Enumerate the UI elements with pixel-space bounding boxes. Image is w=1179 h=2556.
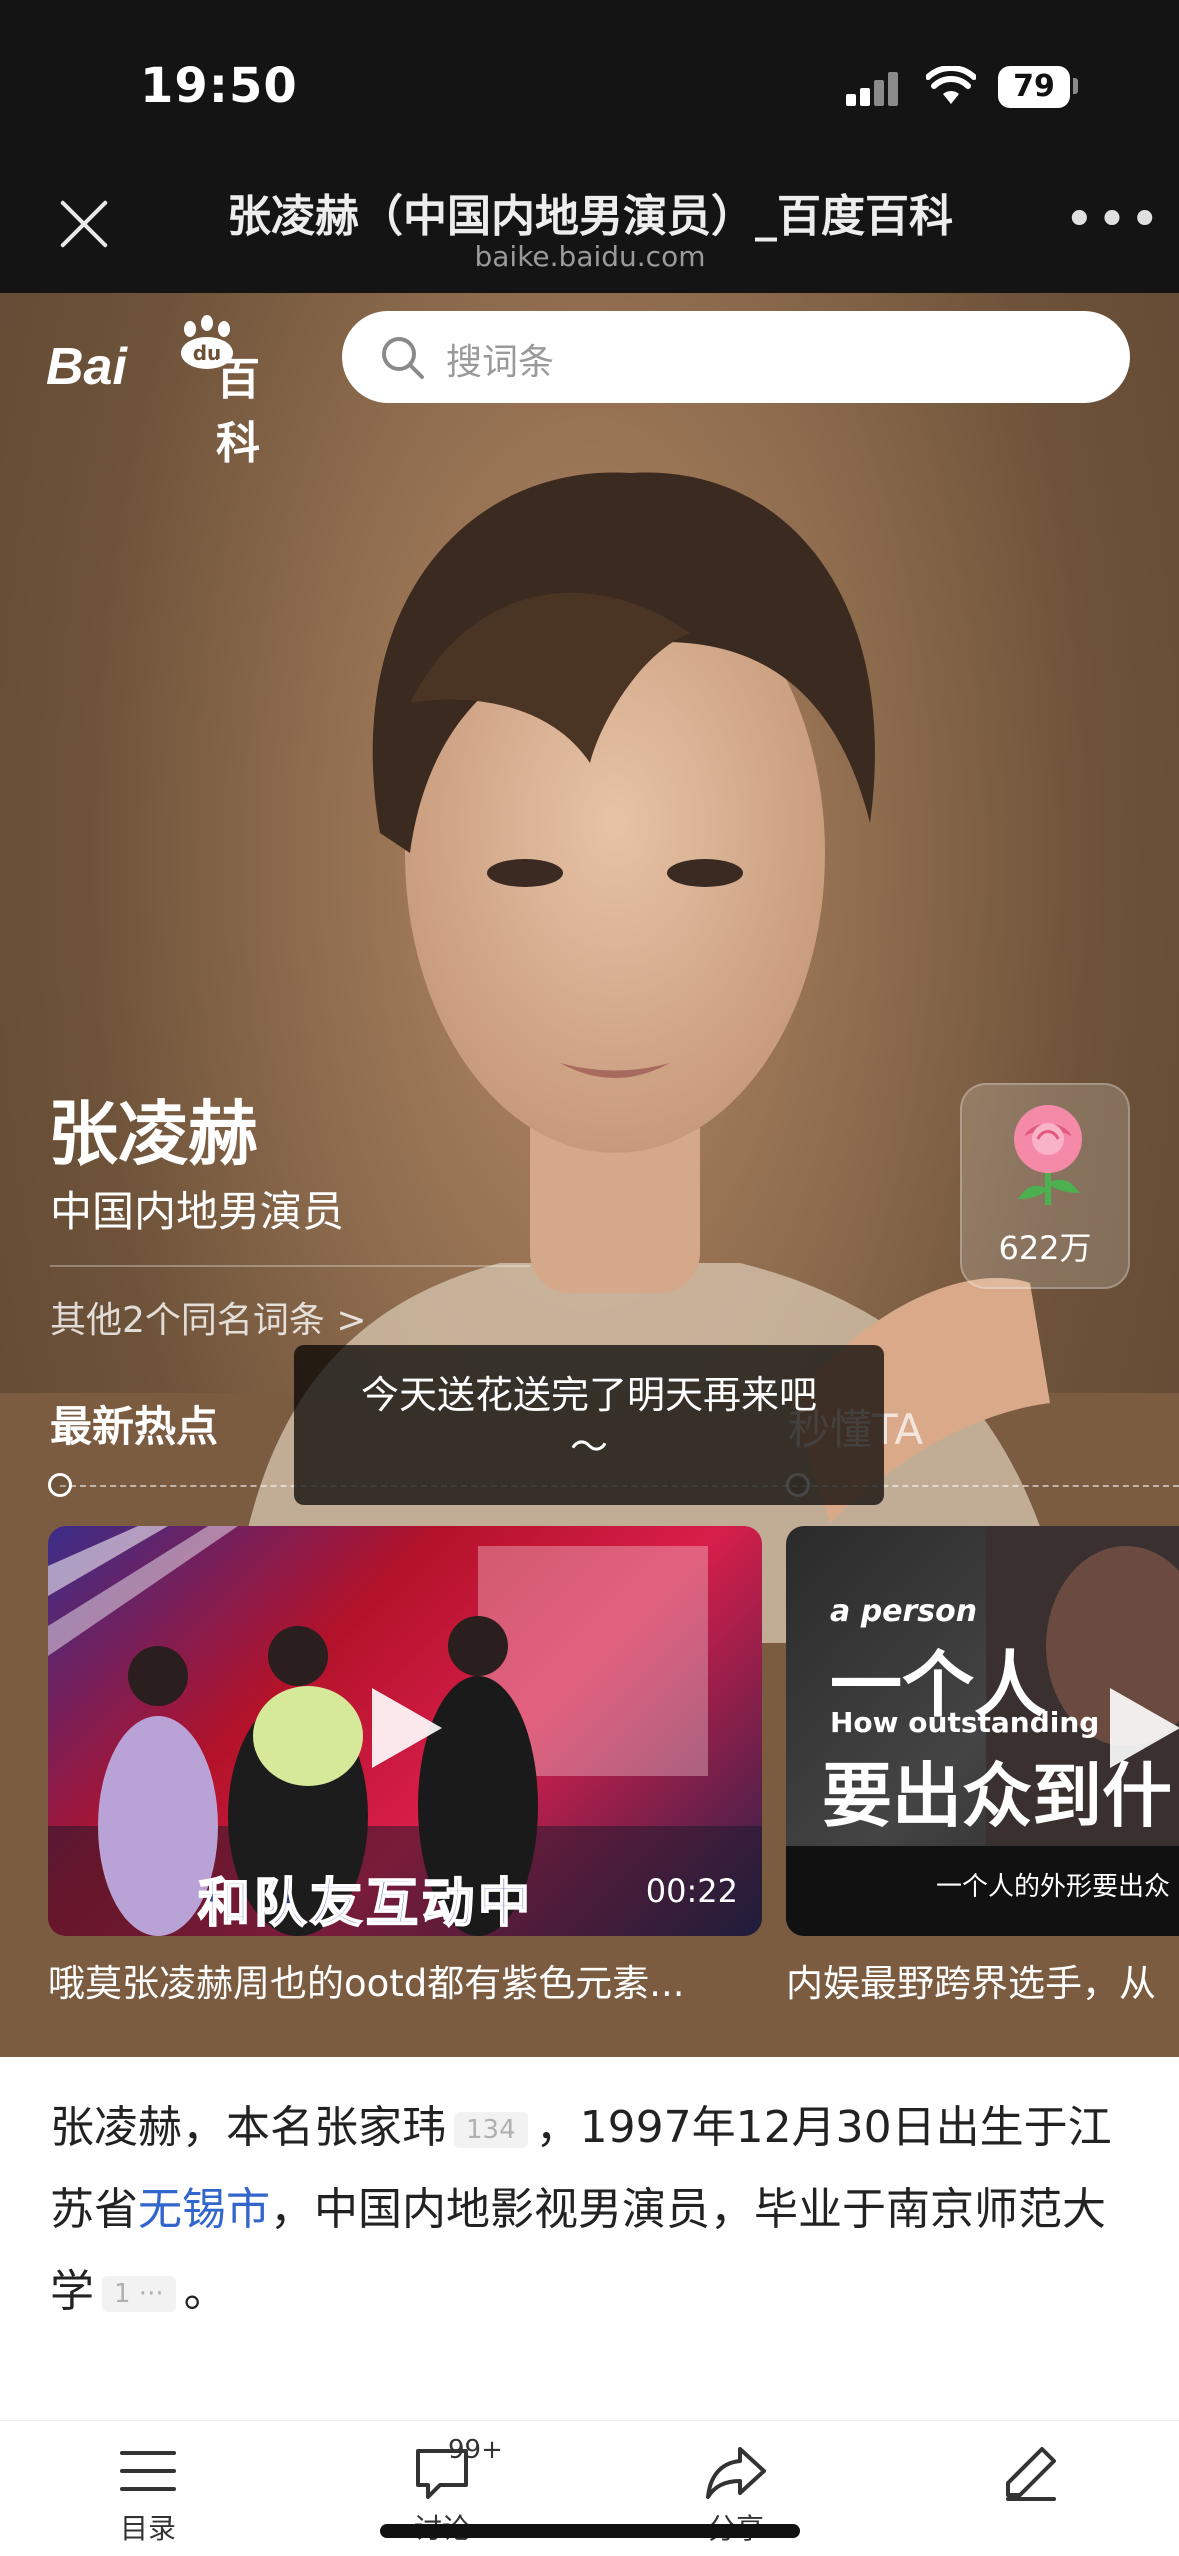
summary-text: 。 — [183, 2266, 228, 2317]
cellular-signal-icon — [846, 70, 902, 106]
search-input[interactable]: 搜词条 — [342, 311, 1130, 403]
video-overlay-subtitle: 一个人的外形要出众 — [936, 1872, 1171, 1902]
video-caption[interactable]: 哦莫张凌赫周也的ootd都有紫色元素... — [48, 1953, 762, 2007]
video-overlay-text: How outstanding — [830, 1706, 1100, 1739]
catalog-button[interactable]: 目录 — [78, 2441, 218, 2551]
wuxi-link[interactable]: 无锡市 — [138, 2184, 270, 2235]
reference-badge[interactable]: 1 ··· — [102, 2276, 176, 2312]
search-icon — [382, 337, 424, 379]
person-name: 张凌赫 — [48, 1093, 258, 1175]
home-indicator — [380, 2524, 800, 2538]
page-domain: baike.baidu.com — [474, 240, 706, 273]
person-description: 中国内地男演员 — [50, 1187, 345, 1236]
catalog-label: 目录 — [119, 2512, 176, 2545]
video-card[interactable]: a person 一个人 How outstanding 要出众到什 一个人的外… — [786, 1526, 1179, 1936]
play-icon[interactable] — [368, 1684, 446, 1772]
wifi-icon — [926, 66, 976, 104]
summary-paragraph-2: 2018年，张凌赫正式进入演员行业 — [50, 2407, 1140, 2421]
close-icon[interactable] — [56, 196, 112, 252]
edit-pencil-icon — [1006, 2447, 1056, 2501]
video-caption[interactable]: 内娱最野跨界选手，从 — [786, 1953, 1179, 2007]
reference-badge[interactable]: 134 — [454, 2112, 528, 2148]
toast-line: 今天送花送完了明天再来吧 — [360, 1373, 817, 1417]
battery-tip — [1073, 78, 1078, 94]
status-time: 19:50 — [140, 58, 298, 114]
share-icon — [706, 2447, 766, 2499]
browser-top-bar: 19:50 79 张凌赫（中国内地男演员）_百度百科 baike.baidu.c… — [0, 0, 1179, 293]
baidu-baike-logo[interactable]: Bai du 百科 — [46, 313, 296, 469]
summary-text: 张凌赫，本名张家玮 — [50, 2102, 446, 2153]
search-placeholder: 搜词条 — [446, 342, 555, 383]
battery-indicator: 79 — [998, 66, 1070, 108]
divider — [50, 1265, 530, 1267]
toast-message: 今天送花送完了明天再来吧 ～ — [294, 1345, 884, 1505]
flower-count: 622万 — [998, 1229, 1092, 1267]
play-icon[interactable] — [1106, 1684, 1179, 1772]
same-name-entries-link[interactable]: 其他2个同名词条 > — [50, 1291, 367, 1343]
toast-line: ～ — [569, 1425, 608, 1469]
video-overlay-text: 和队友互动中 — [197, 1873, 535, 1935]
send-flower-button[interactable]: 622万 — [960, 1083, 1130, 1289]
video-duration: 00:22 — [645, 1872, 738, 1910]
article-summary: 张凌赫，本名张家玮 134 ，1997年12月30日出生于江苏省无锡市，中国内地影视… — [0, 2057, 1179, 2421]
more-options-icon[interactable]: ••• — [1064, 194, 1160, 250]
timeline-dot — [48, 1473, 72, 1497]
rose-icon — [1014, 1105, 1082, 1205]
list-icon — [120, 2451, 176, 2491]
tab-latest-hot[interactable]: 最新热点 — [50, 1393, 218, 1454]
discuss-badge: 99+ — [448, 2435, 503, 2465]
hero-section: Bai du 百科 搜词条 张凌赫 中国内地男演员 其他2个同名词条 > 622… — [0, 293, 1179, 2057]
page-title: 张凌赫（中国内地男演员）_百度百科 — [227, 191, 953, 242]
video-overlay-text: a person — [830, 1594, 978, 1629]
edit-button[interactable] — [960, 2441, 1100, 2551]
summary-paragraph: 张凌赫，本名张家玮 134 ，1997年12月30日出生于江苏省无锡市，中国内地影视… — [50, 2087, 1140, 2333]
video-card[interactable]: 和队友互动中 00:22 — [48, 1526, 762, 1936]
